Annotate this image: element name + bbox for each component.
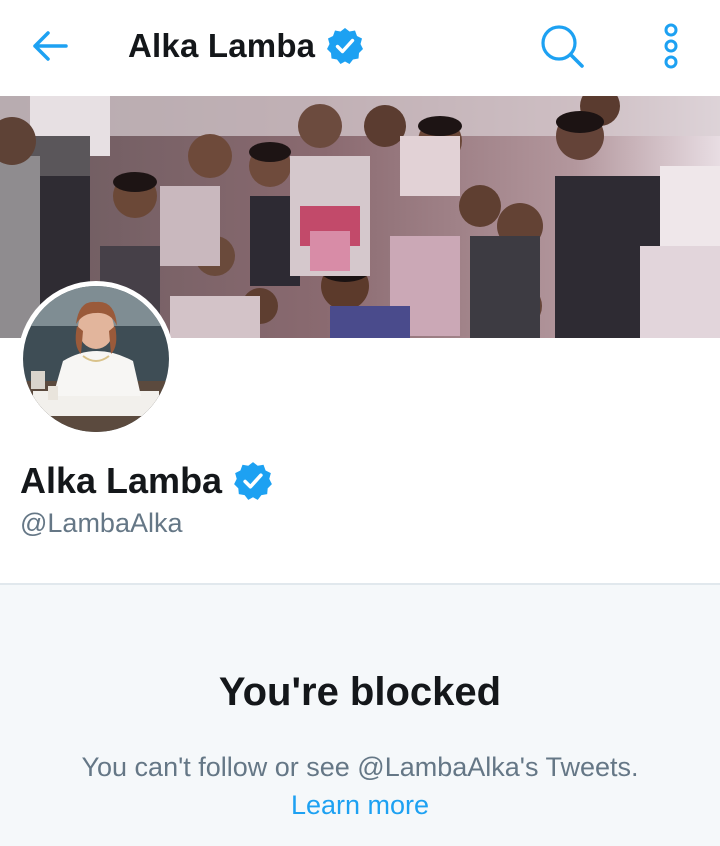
more-options-button[interactable] xyxy=(646,18,696,74)
profile-avatar[interactable] xyxy=(18,281,174,437)
learn-more-link[interactable]: Learn more xyxy=(291,790,429,820)
verified-badge-icon xyxy=(232,460,274,502)
verified-badge-icon xyxy=(325,26,365,66)
search-button[interactable] xyxy=(536,20,588,72)
profile-name: Alka Lamba xyxy=(20,460,223,501)
profile-name-group: Alka Lamba xyxy=(20,458,274,504)
header-title-group: Alka Lamba xyxy=(128,26,365,66)
header-title: Alka Lamba xyxy=(128,27,316,64)
learn-more-row: Learn more xyxy=(0,790,720,821)
top-bar: Alka Lamba xyxy=(0,0,720,96)
profile-handle: @LambaAlka xyxy=(20,508,183,538)
blocked-title: You're blocked xyxy=(218,670,502,714)
back-button[interactable] xyxy=(24,24,76,68)
more-vertical-icon xyxy=(664,23,678,69)
blocked-description: You can't follow or see @LambaAlka's Twe… xyxy=(81,752,639,782)
back-arrow-icon xyxy=(33,31,68,61)
search-icon xyxy=(541,25,584,68)
